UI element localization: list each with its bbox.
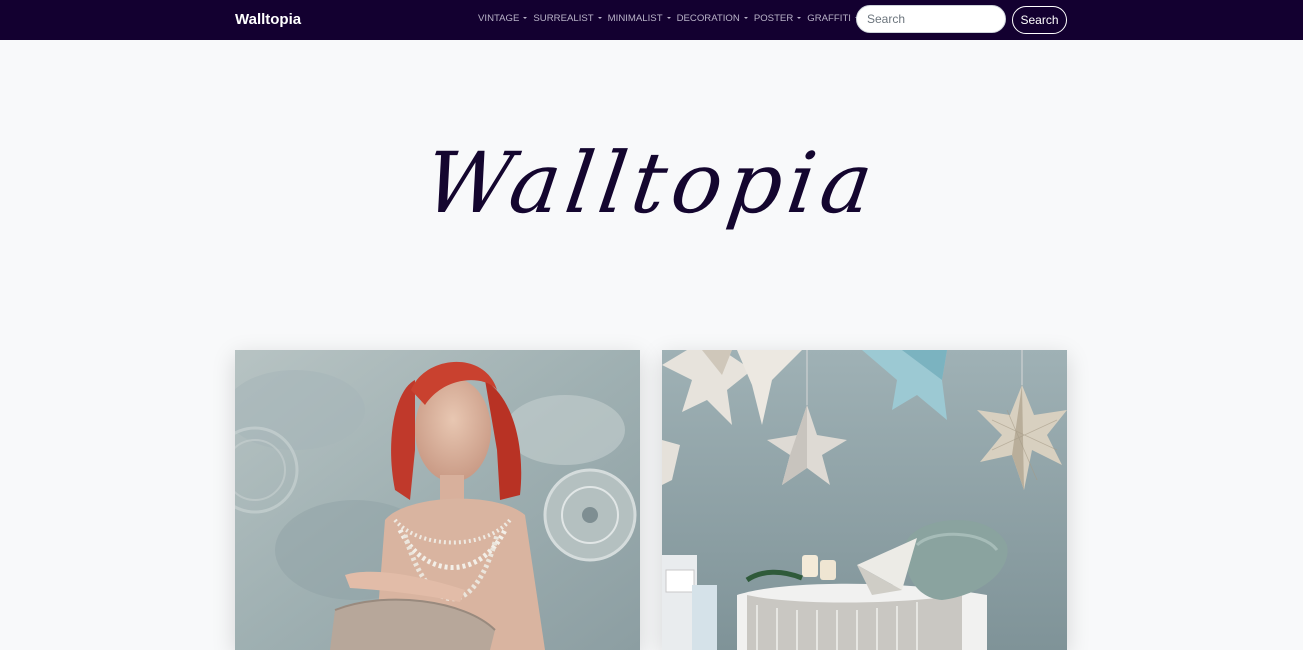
search-input[interactable] (856, 5, 1006, 33)
caret-down-icon (743, 17, 748, 19)
menu-item-label: SURREALIST (533, 13, 594, 24)
menu-item-label: GRAFFITI (807, 13, 851, 24)
menu-item-minimalist[interactable]: MINIMALIST (608, 12, 671, 26)
search-button[interactable]: Search (1012, 6, 1067, 34)
menu-item-label: POSTER (753, 13, 794, 24)
brand-logo[interactable]: Walltopia (235, 10, 301, 30)
gallery-card-portrait[interactable] (235, 350, 640, 650)
menu-item-label: DECORATION (676, 13, 740, 24)
top-navbar: Walltopia VINTAGE SURREALIST MINIMALIST … (0, 0, 1303, 40)
menu-item-label: VINTAGE (478, 13, 520, 24)
menu-item-decoration[interactable]: DECORATION (677, 12, 748, 26)
caret-down-icon (666, 17, 671, 19)
portrait-photo (235, 350, 640, 650)
decoration-photo (662, 350, 1067, 650)
menu-item-graffiti[interactable]: GRAFFITI (807, 12, 859, 26)
menu-item-vintage[interactable]: VINTAGE (478, 12, 528, 26)
category-menu: VINTAGE SURREALIST MINIMALIST DECORATION… (478, 12, 865, 26)
caret-down-icon (797, 17, 802, 19)
caret-down-icon (597, 17, 602, 19)
hero-title: Walltopia (418, 134, 885, 232)
menu-item-poster[interactable]: POSTER (753, 12, 802, 26)
menu-item-surrealist[interactable]: SURREALIST (533, 12, 602, 26)
menu-item-label: MINIMALIST (607, 13, 663, 24)
gallery-card-stars[interactable] (662, 350, 1067, 650)
caret-down-icon (523, 17, 528, 19)
